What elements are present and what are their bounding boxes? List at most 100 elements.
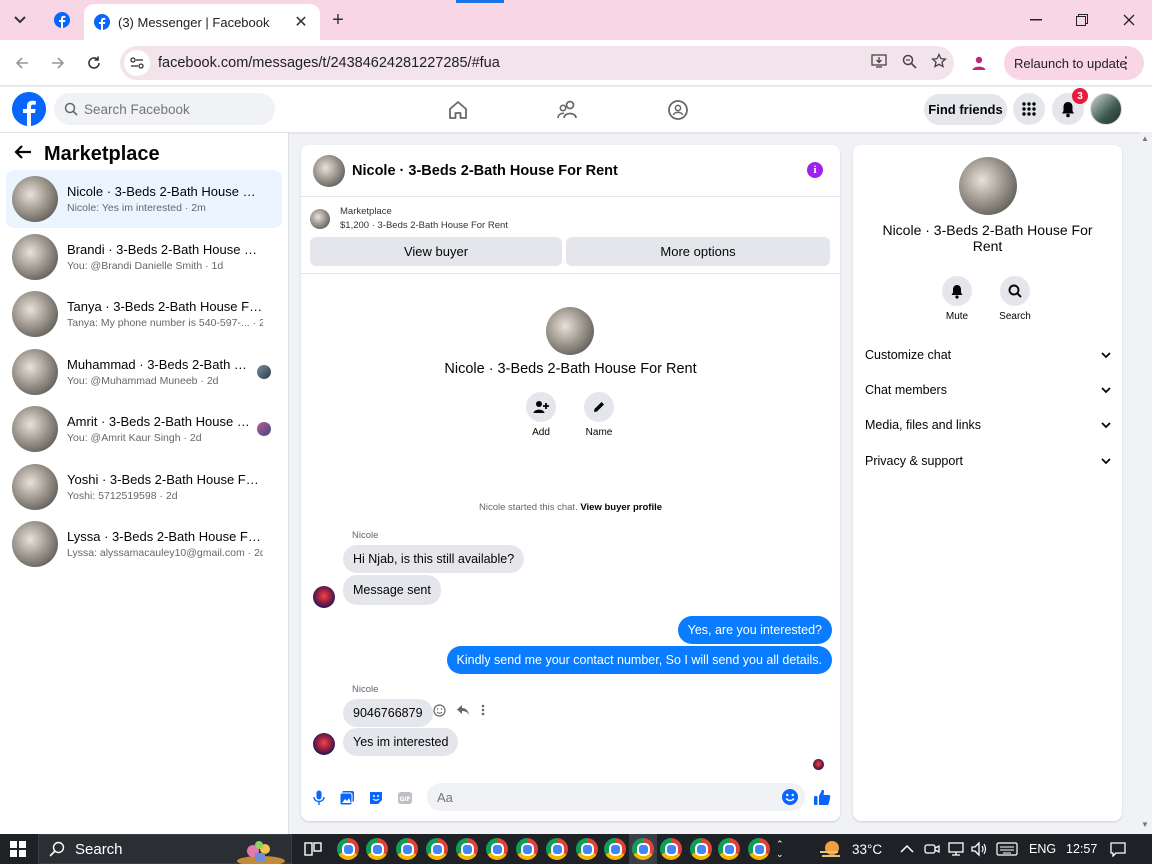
chrome-taskbar-icon[interactable] xyxy=(690,838,712,860)
clock[interactable]: 12:57 xyxy=(1066,834,1097,864)
emoji-icon[interactable] xyxy=(781,788,799,806)
peer-avatar[interactable] xyxy=(313,733,335,755)
chrome-taskbar-icon[interactable] xyxy=(486,838,508,860)
windows-start-icon[interactable] xyxy=(10,841,26,857)
thumbs-up-icon[interactable] xyxy=(812,787,832,807)
message-bubble-incoming[interactable]: Yes im interested xyxy=(343,728,459,756)
thread-item-brandi[interactable]: Brandi · 3-Beds 2-Bath House For ... You… xyxy=(6,228,282,286)
chrome-taskbar-icon[interactable] xyxy=(604,838,626,860)
add-person-icon[interactable] xyxy=(526,392,556,422)
groups-nav-icon[interactable] xyxy=(665,97,691,123)
view-buyer-button[interactable]: View buyer xyxy=(310,237,562,266)
taskbar-search-box[interactable]: Search xyxy=(38,834,292,864)
close-window-button[interactable] xyxy=(1115,6,1143,34)
back-button[interactable] xyxy=(8,49,36,77)
tab-search-chevron-icon[interactable] xyxy=(8,8,32,32)
chrome-taskbar-icon[interactable] xyxy=(337,838,359,860)
section-privacy-support[interactable]: Privacy & support xyxy=(865,446,1113,476)
find-friends-button[interactable]: Find friends xyxy=(924,94,1007,125)
install-app-icon[interactable] xyxy=(864,54,894,72)
relaunch-to-update-button[interactable]: Relaunch to update ⋮ xyxy=(1004,46,1144,80)
chrome-taskbar-icon[interactable] xyxy=(718,838,740,860)
chrome-taskbar-icon[interactable] xyxy=(660,838,682,860)
message-bubble-outgoing[interactable]: Kindly send me your contact number, So I… xyxy=(446,646,832,674)
chat-title[interactable]: Nicole · 3-Beds 2-Bath House For Rent xyxy=(352,163,618,179)
chrome-taskbar-icon[interactable] xyxy=(632,838,654,860)
zoom-icon[interactable] xyxy=(894,54,924,73)
task-view-icon[interactable] xyxy=(302,838,324,860)
message-bubble-incoming[interactable]: Hi Njab, is this still available? xyxy=(343,545,525,573)
thread-item-lyssa[interactable]: Lyssa · 3-Beds 2-Bath House For R... Lys… xyxy=(6,515,282,573)
react-smiley-icon[interactable] xyxy=(433,704,446,720)
show-hidden-icons-icon[interactable] xyxy=(900,834,914,864)
message-bubble-incoming[interactable]: Message sent xyxy=(343,575,441,605)
chrome-taskbar-icon[interactable] xyxy=(516,838,538,860)
address-bar[interactable]: facebook.com/messages/t/2438462428122728… xyxy=(120,46,954,80)
section-media-files-links[interactable]: Media, files and links xyxy=(865,410,1113,440)
chrome-taskbar-icon[interactable] xyxy=(576,838,598,860)
scroll-down-arrow-icon[interactable]: ▼ xyxy=(1141,820,1149,829)
menu-grid-icon[interactable] xyxy=(1013,93,1045,125)
chrome-taskbar-icon[interactable] xyxy=(396,838,418,860)
chrome-taskbar-icon[interactable] xyxy=(546,838,568,860)
chat-header-avatar[interactable] xyxy=(313,154,345,187)
conversation-info-icon[interactable]: i xyxy=(807,162,823,178)
kebab-menu-icon[interactable]: ⋮ xyxy=(1118,53,1134,73)
new-tab-button[interactable]: + xyxy=(326,8,350,32)
add-people-action[interactable]: Add xyxy=(521,392,561,438)
chrome-taskbar-icon[interactable] xyxy=(366,838,388,860)
thread-item-yoshi[interactable]: Yoshi · 3-Beds 2-Bath House For R... Yos… xyxy=(6,458,282,516)
friends-nav-icon[interactable] xyxy=(555,97,581,123)
tab-messenger[interactable]: (3) Messenger | Facebook ✕ xyxy=(84,4,320,40)
volume-icon[interactable] xyxy=(970,834,988,864)
network-icon[interactable] xyxy=(947,834,965,864)
language-indicator[interactable]: ENG xyxy=(1029,834,1056,864)
tab-close-button[interactable]: ✕ xyxy=(292,12,310,32)
facebook-logo-icon[interactable] xyxy=(12,92,46,126)
search-action[interactable]: Search xyxy=(995,276,1035,322)
message-bubble-incoming[interactable]: 9046766879 xyxy=(343,699,433,727)
photo-icon[interactable] xyxy=(338,789,356,807)
more-options-button[interactable]: More options xyxy=(566,237,830,266)
scroll-up-arrow-icon[interactable]: ▲ xyxy=(1141,134,1149,143)
search-icon[interactable] xyxy=(1000,276,1030,306)
peer-avatar[interactable] xyxy=(313,586,335,608)
thread-item-amrit[interactable]: Amrit · 3-Beds 2-Bath House Fo... You: @… xyxy=(6,400,282,458)
browser-profile-icon[interactable] xyxy=(966,50,992,76)
site-info-icon[interactable] xyxy=(124,50,150,76)
home-nav-icon[interactable] xyxy=(445,97,471,123)
mute-action[interactable]: Mute xyxy=(937,276,977,322)
pencil-icon[interactable] xyxy=(584,392,614,422)
chrome-taskbar-icon[interactable] xyxy=(748,838,770,860)
account-avatar[interactable] xyxy=(1090,93,1122,125)
facebook-search-box[interactable] xyxy=(54,93,275,125)
bookmark-star-icon[interactable] xyxy=(924,52,954,73)
sticker-icon[interactable] xyxy=(367,789,385,807)
marketplace-listing-row[interactable]: Marketplace $1,200 · 3-Beds 2-Bath House… xyxy=(310,205,508,233)
section-customize-chat[interactable]: Customize chat xyxy=(865,340,1113,370)
weather-widget[interactable]: 33°C xyxy=(818,834,882,864)
back-arrow-icon[interactable] xyxy=(14,143,32,166)
url-text[interactable]: facebook.com/messages/t/2438462428122728… xyxy=(158,55,864,71)
forward-button[interactable] xyxy=(44,49,72,77)
section-chat-members[interactable]: Chat members xyxy=(865,375,1113,405)
chrome-taskbar-icon[interactable] xyxy=(456,838,478,860)
facebook-search-input[interactable] xyxy=(84,101,254,117)
reload-button[interactable] xyxy=(80,49,108,77)
more-actions-icon[interactable] xyxy=(481,704,485,719)
tab-facebook[interactable] xyxy=(44,6,80,34)
thread-item-muhammad[interactable]: Muhammad · 3-Beds 2-Bath Ho... You: @Muh… xyxy=(6,343,282,401)
page-scrollbar[interactable] xyxy=(1140,132,1152,834)
notification-center-icon[interactable] xyxy=(1110,834,1126,864)
edit-name-action[interactable]: Name xyxy=(579,392,619,438)
message-bubble-outgoing[interactable]: Yes, are you interested? xyxy=(677,616,832,644)
view-buyer-profile-link[interactable]: View buyer profile xyxy=(580,502,662,513)
message-composer[interactable] xyxy=(427,783,805,811)
microphone-icon[interactable] xyxy=(310,789,328,807)
thread-item-tanya[interactable]: Tanya · 3-Beds 2-Bath House For R... Tan… xyxy=(6,285,282,343)
chrome-taskbar-icon[interactable] xyxy=(426,838,448,860)
restore-button[interactable] xyxy=(1068,6,1096,34)
gif-icon[interactable]: GIF xyxy=(396,789,414,807)
reply-icon[interactable] xyxy=(456,704,470,719)
keyboard-icon[interactable] xyxy=(996,834,1018,864)
